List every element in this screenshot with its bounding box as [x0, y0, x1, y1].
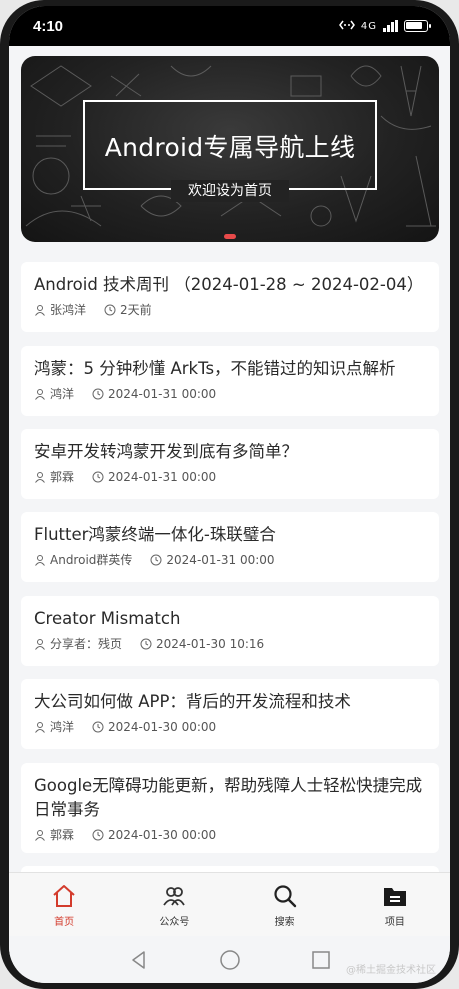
banner-subtitle: 欢迎设为首页: [171, 180, 289, 202]
article-card[interactable]: Google无障碍功能更新，帮助残障人士轻松快捷完成日常事务 郭霖 2024-0…: [21, 763, 439, 853]
article-title: Creator Mismatch: [34, 609, 181, 628]
article-time: 2024-01-30 10:16: [156, 636, 265, 651]
carousel-indicator[interactable]: [224, 234, 236, 239]
clock-icon: [92, 721, 104, 732]
article-card[interactable]: Flutter鸿蒙终端一体化-珠联璧合 Android群英传 2024-01-3…: [21, 512, 439, 582]
link-icon: [338, 20, 355, 33]
article-time: 2天前: [120, 303, 152, 317]
status-bar: 4:10 4G: [9, 6, 450, 46]
clock-icon: [92, 388, 104, 399]
battery-icon: [404, 20, 431, 32]
people-icon: [163, 887, 186, 906]
article-meta: 郭霖 2024-01-30 00:00: [34, 826, 426, 843]
screen: 4:10 4G Android专属导航上线 欢迎设为首页 Android 技术周…: [9, 6, 450, 983]
article-author: 分享者：残页: [50, 637, 123, 651]
article-meta: 鸿洋 2024-01-31 00:00: [34, 385, 426, 402]
tab-official-accounts[interactable]: 公众号: [119, 873, 229, 936]
article-author: Android群英传: [50, 553, 133, 567]
article-card[interactable]: Creator Mismatch 分享者：残页 2024-01-30 10:16: [21, 596, 439, 666]
clock-icon: [92, 471, 104, 482]
home-icon: [53, 885, 75, 907]
tab-label: 首页: [54, 917, 75, 928]
status-icons: 4G: [338, 20, 431, 33]
person-icon: [35, 829, 45, 841]
clock-icon: [150, 554, 162, 565]
article-meta: 郭霖 2024-01-31 00:00: [34, 468, 426, 485]
article-card[interactable]: Android 技术周刊 （2024-01-28 ~ 2024-02-04） 张…: [21, 262, 439, 332]
article-time: 2024-01-31 00:00: [166, 552, 275, 567]
article-card[interactable]: 鸿蒙：5 分钟秒懂 ArkTs，不能错过的知识点解析 鸿洋 2024-01-31…: [21, 346, 439, 416]
bottom-tab-bar: 首页 公众号 搜索 项目: [9, 872, 450, 936]
person-icon: [35, 471, 45, 483]
article-meta: Android群英传 2024-01-31 00:00: [34, 551, 426, 568]
article-title: 鸿蒙：5 分钟秒懂 ArkTs，不能错过的知识点解析: [34, 359, 396, 378]
article-author: 张鸿洋: [50, 303, 87, 317]
search-icon: [274, 885, 296, 908]
person-icon: [35, 638, 45, 650]
banner-carousel[interactable]: Android专属导航上线 欢迎设为首页: [21, 56, 439, 242]
clock-icon: [140, 638, 152, 649]
tab-label: 搜索: [274, 917, 295, 928]
home-nav-icon[interactable]: [219, 949, 241, 971]
article-meta: 张鸿洋 2天前: [34, 301, 426, 318]
article-time: 2024-01-30 00:00: [108, 719, 217, 734]
signal-icon: [383, 20, 398, 32]
tab-projects[interactable]: 项目: [340, 873, 450, 936]
tab-search[interactable]: 搜索: [230, 873, 340, 936]
article-author: 鸿洋: [50, 720, 75, 734]
article-time: 2024-01-30 00:00: [108, 827, 217, 842]
person-icon: [35, 721, 45, 733]
recents-icon[interactable]: [311, 950, 331, 970]
person-icon: [35, 388, 45, 400]
tab-label: 公众号: [159, 917, 190, 928]
article-title: 大公司如何做 APP：背后的开发流程和技术: [34, 692, 351, 711]
folder-icon: [383, 888, 406, 906]
article-card[interactable]: 安卓开发转鸿蒙开发到底有多简单？ 郭霖 2024-01-31 00:00: [21, 429, 439, 499]
article-time: 2024-01-31 00:00: [108, 386, 217, 401]
article-card[interactable]: 大公司如何做 APP：背后的开发流程和技术 鸿洋 2024-01-30 00:0…: [21, 679, 439, 749]
article-author: 郭霖: [50, 828, 75, 842]
article-time: 2024-01-31 00:00: [108, 469, 217, 484]
person-icon: [35, 554, 45, 566]
status-time: 4:10: [33, 17, 64, 35]
article-title: Android 技术周刊 （2024-01-28 ~ 2024-02-04）: [34, 275, 424, 294]
back-icon[interactable]: [129, 950, 149, 970]
article-title: Flutter鸿蒙终端一体化-珠联璧合: [34, 525, 276, 544]
watermark: @稀土掘金技术社区: [346, 965, 436, 976]
article-author: 郭霖: [50, 470, 75, 484]
clock-icon: [104, 304, 116, 315]
article-meta: 分享者：残页 2024-01-30 10:16: [34, 635, 426, 652]
tab-label: 项目: [384, 917, 405, 928]
banner-title: Android专属导航上线: [104, 133, 356, 162]
article-meta: 鸿洋 2024-01-30 00:00: [34, 718, 426, 735]
network-type: 4G: [360, 20, 377, 32]
tab-home[interactable]: 首页: [9, 873, 119, 936]
person-icon: [35, 304, 45, 316]
article-author: 鸿洋: [50, 387, 75, 401]
article-title: 安卓开发转鸿蒙开发到底有多简单？: [34, 442, 298, 461]
phone-frame: 4:10 4G Android专属导航上线 欢迎设为首页 Android 技术周…: [0, 0, 459, 989]
article-title: Google无障碍功能更新，帮助残障人士轻松快捷完成日常事务: [34, 776, 423, 819]
clock-icon: [92, 829, 104, 840]
